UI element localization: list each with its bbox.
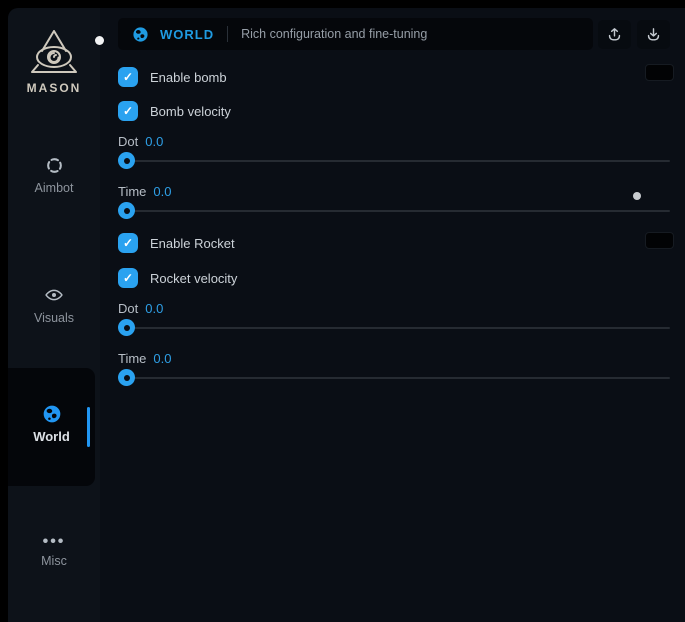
app-logo: MASON [8, 28, 100, 95]
sidebar-item-label: Aimbot [35, 181, 74, 195]
sidebar: MASON Aimbot Visuals [8, 8, 100, 622]
download-config-button[interactable] [637, 20, 670, 49]
checkbox-label: Bomb velocity [150, 104, 231, 119]
slider-header: Time 0.0 [118, 350, 671, 366]
ellipsis-icon: ••• [44, 536, 64, 548]
active-tab-indicator [87, 407, 90, 447]
slider-rocket-dot: Dot 0.0 [118, 300, 671, 344]
header-divider [227, 26, 228, 42]
slider-header: Dot 0.0 [118, 133, 671, 149]
crosshair-icon [44, 155, 64, 175]
rocket-color-swatch[interactable] [645, 232, 674, 249]
slider-knob[interactable] [118, 319, 135, 336]
slider-value: 0.0 [145, 134, 163, 149]
slider-label: Time [118, 351, 146, 366]
logo-label: MASON [8, 81, 100, 95]
upload-config-button[interactable] [598, 20, 631, 49]
slider-label: Time [118, 184, 146, 199]
slider-value: 0.0 [153, 351, 171, 366]
sidebar-item-label: Misc [41, 554, 67, 568]
slider-knob[interactable] [118, 369, 135, 386]
sidebar-item-visuals[interactable]: Visuals [8, 285, 100, 325]
menu-window: MASON Aimbot Visuals [8, 8, 685, 622]
slider-track[interactable] [119, 210, 670, 212]
page-subtitle: Rich configuration and fine-tuning [241, 27, 427, 41]
slider-knob[interactable] [118, 152, 135, 169]
checkmark-icon[interactable]: ✓ [118, 233, 138, 253]
checkbox-bomb-velocity[interactable]: ✓ Bomb velocity [118, 101, 231, 121]
checkbox-enable-rocket[interactable]: ✓ Enable Rocket [118, 233, 235, 253]
slider-header: Dot 0.0 [118, 300, 671, 316]
globe-icon [132, 26, 149, 43]
slider-value: 0.0 [153, 184, 171, 199]
masonic-eye-pyramid-icon [8, 28, 100, 76]
page-header: WORLD Rich configuration and fine-tuning [118, 18, 593, 50]
checkmark-icon[interactable]: ✓ [118, 67, 138, 87]
slider-value: 0.0 [145, 301, 163, 316]
checkbox-label: Enable bomb [150, 70, 227, 85]
sidebar-item-label: Visuals [34, 311, 74, 325]
slider-bomb-dot: Dot 0.0 [118, 133, 671, 177]
sidebar-item-label: World [33, 429, 70, 444]
checkmark-icon[interactable]: ✓ [118, 268, 138, 288]
screen: MASON Aimbot Visuals [0, 0, 685, 622]
slider-label: Dot [118, 301, 138, 316]
upload-icon [606, 26, 623, 43]
slider-label: Dot [118, 134, 138, 149]
sidebar-item-world-content: World [8, 404, 95, 444]
slider-track[interactable] [119, 327, 670, 329]
slider-track[interactable] [119, 377, 670, 379]
slider-track[interactable] [119, 160, 670, 162]
bomb-color-swatch[interactable] [645, 64, 674, 81]
checkbox-enable-bomb[interactable]: ✓ Enable bomb [118, 67, 227, 87]
checkbox-label: Rocket velocity [150, 271, 237, 286]
checkbox-label: Enable Rocket [150, 236, 235, 251]
sidebar-item-world[interactable]: World [8, 368, 95, 486]
download-icon [645, 26, 662, 43]
cursor-dot [95, 36, 104, 45]
checkbox-rocket-velocity[interactable]: ✓ Rocket velocity [118, 268, 237, 288]
slider-bomb-time: Time 0.0 [118, 183, 671, 227]
page-title: WORLD [160, 27, 214, 42]
eye-icon [44, 285, 64, 305]
sidebar-item-misc[interactable]: ••• Misc [8, 536, 100, 568]
globe-icon [42, 404, 62, 424]
sidebar-item-aimbot[interactable]: Aimbot [8, 155, 100, 195]
slider-rocket-time: Time 0.0 [118, 350, 671, 394]
slider-header: Time 0.0 [118, 183, 671, 199]
slider-knob[interactable] [118, 202, 135, 219]
checkmark-icon[interactable]: ✓ [118, 101, 138, 121]
